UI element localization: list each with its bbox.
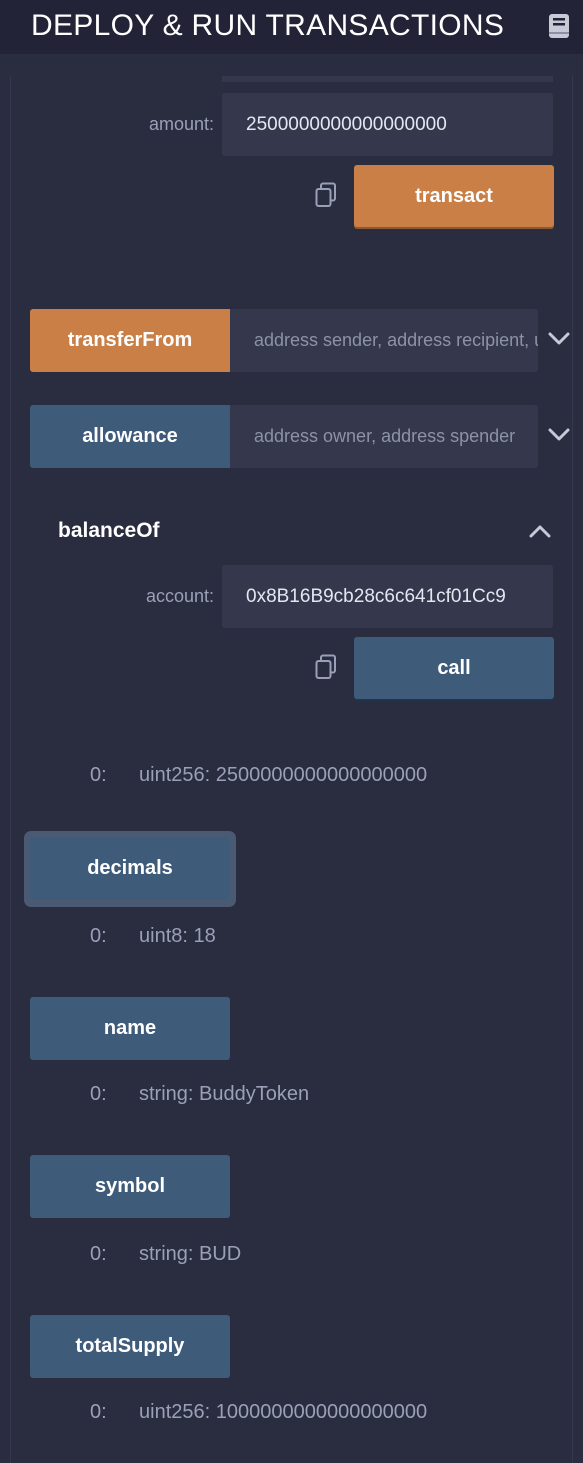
transferfrom-button[interactable]: transferFrom: [30, 309, 230, 372]
amount-input[interactable]: 2500000000000000000: [222, 93, 553, 156]
result-value: string: BUD: [139, 1243, 242, 1265]
result-index: 0:: [90, 1083, 107, 1105]
call-button[interactable]: call: [354, 637, 554, 699]
totalsupply-button[interactable]: totalSupply: [30, 1315, 230, 1378]
name-result: 0: string: BuddyToken: [90, 1083, 309, 1106]
allowance-button[interactable]: allowance: [30, 405, 230, 468]
account-input[interactable]: 0x8B16B9cb28c6c641cf01Cc9: [222, 565, 553, 628]
chevron-down-icon[interactable]: [548, 332, 570, 346]
panel-divider: [10, 54, 573, 76]
book-icon[interactable]: [547, 13, 571, 39]
transact-button[interactable]: transact: [354, 165, 554, 227]
chevron-up-icon[interactable]: [529, 524, 551, 538]
result-index: 0:: [90, 1243, 107, 1265]
balanceof-result: 0: uint256: 2500000000000000000: [90, 764, 427, 787]
name-button[interactable]: name: [30, 997, 230, 1060]
result-index: 0:: [90, 1401, 107, 1423]
result-index: 0:: [90, 764, 107, 786]
amount-label: amount:: [148, 114, 214, 134]
account-label: account:: [145, 586, 214, 606]
decimals-result: 0: uint8: 18: [90, 925, 216, 948]
panel-border-left: [10, 76, 11, 1463]
panel-header: DEPLOY & RUN TRANSACTIONS: [0, 0, 583, 54]
previous-input-edge: [222, 76, 553, 82]
transferfrom-args-input[interactable]: address sender, address recipient, uint2…: [230, 309, 538, 372]
chevron-down-icon[interactable]: [548, 428, 570, 442]
totalsupply-result: 0: uint256: 1000000000000000000: [90, 1401, 427, 1424]
result-value: uint256: 1000000000000000000: [139, 1401, 428, 1423]
result-index: 0:: [90, 925, 107, 947]
result-value: uint256: 2500000000000000000: [139, 764, 428, 786]
symbol-result: 0: string: BUD: [90, 1243, 241, 1266]
result-value: string: BuddyToken: [139, 1083, 310, 1105]
copy-icon[interactable]: [314, 654, 338, 680]
allowance-args-input[interactable]: address owner, address spender: [230, 405, 538, 468]
copy-icon[interactable]: [314, 182, 338, 208]
balanceof-title: balanceOf: [58, 519, 160, 542]
result-value: uint8: 18: [139, 925, 216, 947]
symbol-button[interactable]: symbol: [30, 1155, 230, 1218]
panel-border-right: [572, 76, 573, 1463]
decimals-button[interactable]: decimals: [30, 837, 230, 900]
page-title: DEPLOY & RUN TRANSACTIONS: [31, 9, 505, 42]
